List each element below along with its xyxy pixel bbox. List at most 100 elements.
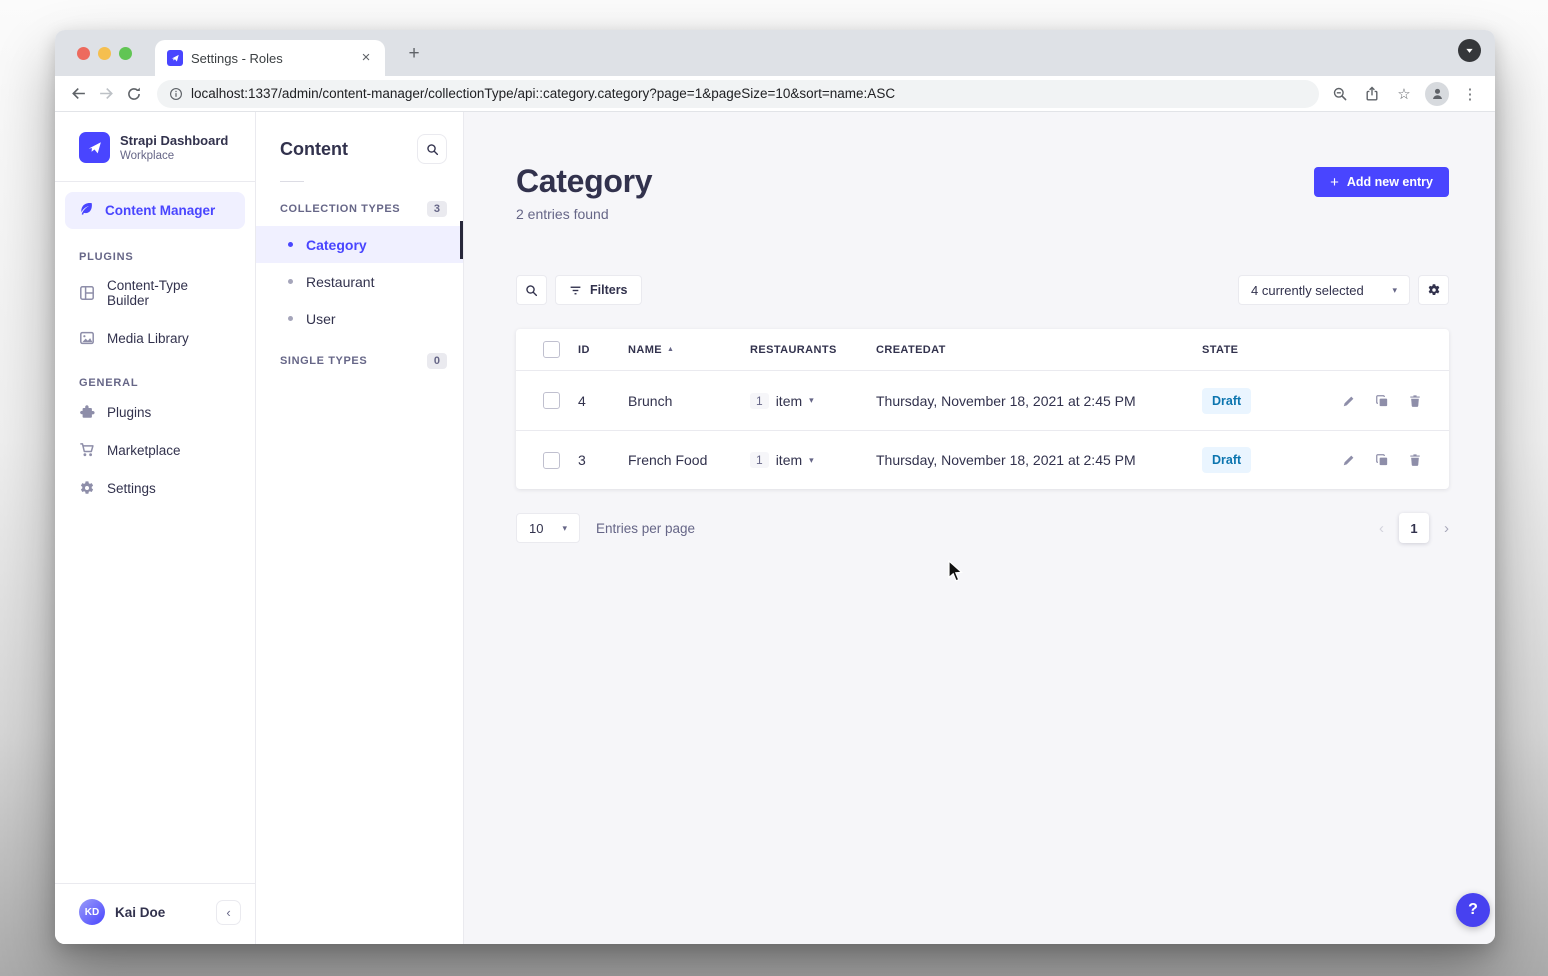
status-badge: Draft bbox=[1202, 447, 1251, 473]
brand-title: Strapi Dashboard bbox=[120, 133, 228, 149]
sidebar-item-label: Settings bbox=[107, 481, 156, 496]
brand-subtitle: Workplace bbox=[120, 150, 228, 162]
subnav-item-user[interactable]: User bbox=[256, 300, 463, 337]
sidebar-divider bbox=[55, 181, 255, 182]
bullet-icon bbox=[288, 242, 293, 247]
scrollbar-thumb[interactable] bbox=[460, 221, 463, 259]
column-header-restaurants[interactable]: RESTAURANTS bbox=[750, 344, 876, 356]
sidebar-item-marketplace[interactable]: Marketplace bbox=[55, 431, 255, 469]
duplicate-icon[interactable] bbox=[1375, 394, 1389, 408]
forward-icon[interactable] bbox=[93, 81, 119, 107]
plus-icon: + bbox=[1330, 174, 1339, 191]
collection-types-count: 3 bbox=[427, 201, 447, 217]
close-window-button[interactable] bbox=[77, 47, 90, 60]
table-header-row: ID NAME ▲ RESTAURANTS CREATEDAT STATE bbox=[516, 329, 1449, 371]
toolbar-actions: ☆ ⋮ bbox=[1329, 82, 1485, 106]
subnav-item-category[interactable]: Category bbox=[256, 226, 463, 263]
add-new-entry-button[interactable]: + Add new entry bbox=[1314, 167, 1449, 197]
sidebar-item-content-manager[interactable]: Content Manager bbox=[65, 192, 245, 229]
field-selector-value: 4 currently selected bbox=[1251, 283, 1382, 298]
share-icon[interactable] bbox=[1361, 83, 1383, 105]
row-checkbox[interactable] bbox=[543, 452, 560, 469]
bookmark-star-icon[interactable]: ☆ bbox=[1393, 83, 1415, 105]
tab-title: Settings - Roles bbox=[191, 51, 349, 66]
content-subnav: Content COLLECTION TYPES 3 Category Rest… bbox=[256, 112, 464, 944]
page-size-value: 10 bbox=[529, 521, 543, 536]
site-info-icon[interactable] bbox=[169, 87, 183, 101]
next-page-icon[interactable]: › bbox=[1444, 520, 1449, 537]
relation-count-badge: 1 bbox=[750, 452, 769, 468]
collapse-sidebar-button[interactable]: ‹ bbox=[216, 900, 241, 925]
field-selector-dropdown[interactable]: 4 currently selected ▾ bbox=[1238, 275, 1410, 305]
pagination: 10 ▾ Entries per page ‹ 1 › bbox=[516, 513, 1449, 543]
tab-close-icon[interactable]: × bbox=[357, 49, 375, 67]
column-header-state[interactable]: STATE bbox=[1202, 344, 1326, 356]
back-icon[interactable] bbox=[65, 81, 91, 107]
sidebar-item-label: Content Manager bbox=[105, 203, 215, 218]
table-row[interactable]: 3 French Food 1 item ▾ Thursday, Novembe… bbox=[516, 430, 1449, 489]
browser-profile-avatar[interactable] bbox=[1425, 82, 1449, 106]
cell-restaurants[interactable]: 1 item ▾ bbox=[750, 393, 876, 409]
cell-restaurants[interactable]: 1 item ▾ bbox=[750, 452, 876, 468]
browser-tab[interactable]: Settings - Roles × bbox=[155, 40, 385, 76]
strapi-app: Strapi Dashboard Workplace Content Manag… bbox=[55, 112, 1495, 944]
subnav-divider bbox=[280, 181, 304, 182]
single-types-count: 0 bbox=[427, 353, 447, 369]
shopping-cart-icon bbox=[79, 442, 95, 458]
gear-icon bbox=[1427, 283, 1441, 297]
browser-tab-strip: Settings - Roles × + bbox=[55, 30, 1495, 76]
page-size-dropdown[interactable]: 10 ▾ bbox=[516, 513, 580, 543]
column-header-name[interactable]: NAME ▲ bbox=[628, 344, 750, 356]
entries-table: ID NAME ▲ RESTAURANTS CREATEDAT STATE 4 … bbox=[516, 329, 1449, 489]
previous-page-icon[interactable]: ‹ bbox=[1379, 520, 1384, 537]
delete-icon[interactable] bbox=[1408, 453, 1422, 467]
table-row[interactable]: 4 Brunch 1 item ▾ Thursday, November 18,… bbox=[516, 371, 1449, 430]
reload-icon[interactable] bbox=[121, 81, 147, 107]
delete-icon[interactable] bbox=[1408, 394, 1422, 408]
main-sidebar: Strapi Dashboard Workplace Content Manag… bbox=[55, 112, 256, 944]
sidebar-item-media-library[interactable]: Media Library bbox=[55, 319, 255, 357]
current-page-button[interactable]: 1 bbox=[1399, 513, 1429, 543]
sidebar-item-label: Marketplace bbox=[107, 443, 181, 458]
search-icon[interactable] bbox=[417, 134, 447, 164]
view-settings-button[interactable] bbox=[1418, 275, 1449, 305]
gear-icon bbox=[79, 480, 95, 496]
subnav-item-restaurant[interactable]: Restaurant bbox=[256, 263, 463, 300]
filters-button[interactable]: Filters bbox=[555, 275, 642, 305]
sort-ascending-icon: ▲ bbox=[667, 346, 674, 353]
duplicate-icon[interactable] bbox=[1375, 453, 1389, 467]
collection-types-label: COLLECTION TYPES bbox=[280, 203, 400, 215]
workspace-brand[interactable]: Strapi Dashboard Workplace bbox=[55, 112, 255, 177]
sidebar-item-plugins[interactable]: Plugins bbox=[55, 393, 255, 431]
minimize-window-button[interactable] bbox=[98, 47, 111, 60]
main-content: Category 2 entries found + Add new entry… bbox=[464, 112, 1495, 944]
table-actionbar: Filters 4 currently selected ▾ bbox=[516, 275, 1449, 305]
subnav-item-label: User bbox=[306, 311, 336, 327]
status-badge: Draft bbox=[1202, 388, 1251, 414]
address-bar[interactable]: localhost:1337/admin/content-manager/col… bbox=[157, 80, 1319, 108]
page-title: Category bbox=[516, 163, 1449, 200]
row-checkbox[interactable] bbox=[543, 392, 560, 409]
edit-icon[interactable] bbox=[1342, 453, 1356, 467]
relation-label: item bbox=[776, 452, 802, 468]
relation-label: item bbox=[776, 393, 802, 409]
new-tab-button[interactable]: + bbox=[401, 41, 427, 67]
sidebar-item-settings[interactable]: Settings bbox=[55, 469, 255, 507]
zoom-window-button[interactable] bbox=[119, 47, 132, 60]
filter-icon bbox=[569, 284, 582, 297]
chevron-down-icon: ▾ bbox=[1392, 285, 1397, 296]
select-all-checkbox[interactable] bbox=[543, 341, 560, 358]
help-button[interactable]: ? bbox=[1456, 893, 1490, 927]
zoom-out-icon[interactable] bbox=[1329, 83, 1351, 105]
edit-icon[interactable] bbox=[1342, 394, 1356, 408]
sidebar-item-content-type-builder[interactable]: Content-Type Builder bbox=[55, 267, 255, 319]
cell-id: 4 bbox=[578, 393, 628, 409]
tab-search-icon[interactable] bbox=[1458, 39, 1481, 62]
column-header-createdat[interactable]: CREATEDAT bbox=[876, 344, 1202, 356]
add-new-entry-label: Add new entry bbox=[1347, 175, 1433, 189]
url-text[interactable]: localhost:1337/admin/content-manager/col… bbox=[191, 86, 895, 101]
avatar[interactable]: KD bbox=[79, 899, 105, 925]
browser-menu-icon[interactable]: ⋮ bbox=[1459, 83, 1481, 105]
column-header-id[interactable]: ID bbox=[578, 344, 628, 356]
search-icon[interactable] bbox=[516, 275, 547, 305]
